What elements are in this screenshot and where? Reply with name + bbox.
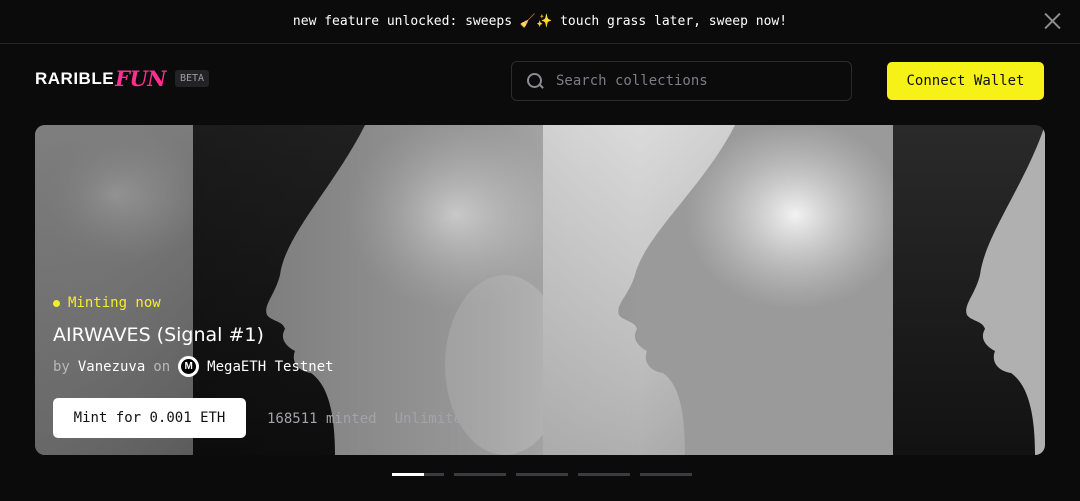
carousel-dot-1[interactable] xyxy=(392,473,444,476)
minting-status: Minting now xyxy=(53,295,161,311)
collection-title[interactable]: AIRWAVES (Signal #1) xyxy=(53,324,264,346)
announcement-bar: new feature unlocked: sweeps 🧹✨ touch gr… xyxy=(0,0,1080,44)
creator-link[interactable]: Vanezuva xyxy=(78,359,145,375)
mint-button[interactable]: Mint for 0.001 ETH xyxy=(53,398,246,438)
search-input[interactable] xyxy=(556,73,851,89)
status-label: Minting now xyxy=(68,295,161,311)
search-icon xyxy=(526,72,544,90)
carousel-dot-2[interactable] xyxy=(454,473,506,476)
megaeth-icon: M xyxy=(178,356,200,377)
minted-count: 168511 minted xyxy=(267,411,377,427)
on-label: on xyxy=(153,358,171,375)
mint-stats: 168511 minted Unlimited xyxy=(267,411,470,427)
carousel-dot-5[interactable] xyxy=(640,473,692,476)
supply-label: Unlimited xyxy=(394,411,471,427)
carousel-dot-3[interactable] xyxy=(516,473,568,476)
logo[interactable]: RARIBLE FUN BETA xyxy=(35,66,210,91)
logo-wordmark: RARIBLE xyxy=(35,68,115,88)
chain-name[interactable]: MegaETH Testnet xyxy=(207,359,333,375)
beta-badge: BETA xyxy=(174,70,210,87)
carousel-dot-4[interactable] xyxy=(578,473,630,476)
connect-wallet-button[interactable]: Connect Wallet xyxy=(887,62,1044,100)
search-bar[interactable] xyxy=(511,61,852,101)
close-icon[interactable] xyxy=(1040,9,1064,33)
hero-banner[interactable]: Minting now AIRWAVES (Signal #1) by Vane… xyxy=(35,125,1045,455)
by-label: by xyxy=(53,358,70,375)
megaeth-icon-letter: M xyxy=(181,359,197,374)
carousel-indicators xyxy=(392,473,702,476)
status-dot-icon xyxy=(53,299,60,307)
byline: by Vanezuva on M MegaETH Testnet xyxy=(53,356,334,377)
logo-accent: FUN xyxy=(115,66,166,91)
announcement-text: new feature unlocked: sweeps 🧹✨ touch gr… xyxy=(292,14,788,29)
